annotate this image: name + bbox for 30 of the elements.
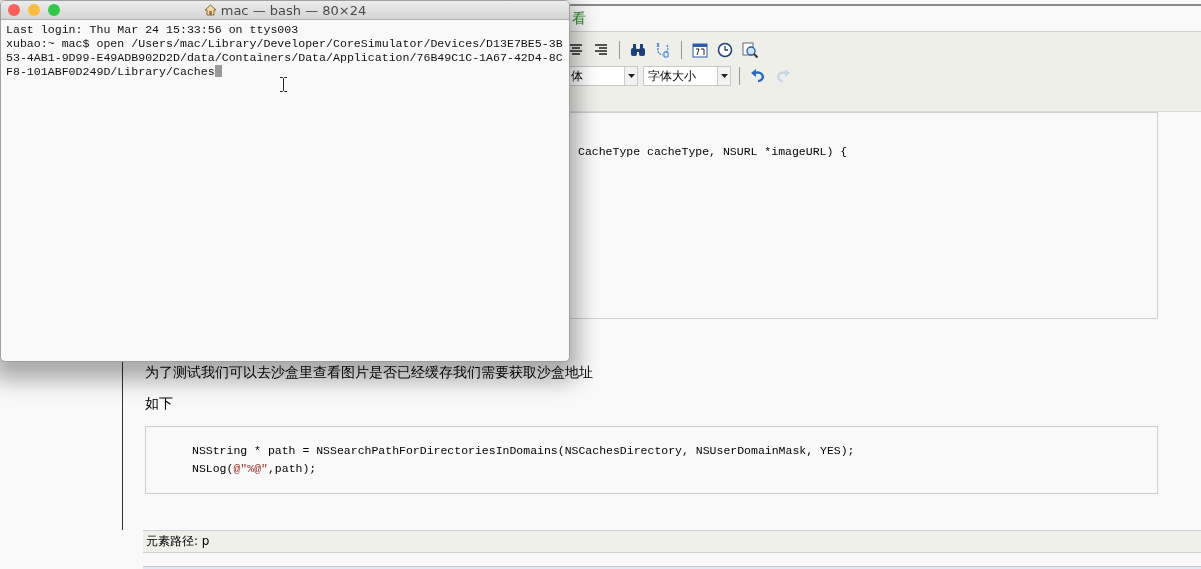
clock-icon bbox=[717, 42, 733, 58]
terminal-line: F8-101ABF0D249D/Library/Caches bbox=[6, 65, 215, 78]
paragraph: 如下 bbox=[145, 394, 174, 413]
tab-label[interactable]: 看 bbox=[572, 9, 586, 28]
replace-icon bbox=[655, 42, 671, 58]
caret-icon bbox=[720, 74, 728, 78]
redo-icon bbox=[775, 68, 791, 84]
code-line: NSLog(@"%@",path); bbox=[192, 461, 318, 477]
clock-button[interactable] bbox=[715, 40, 735, 60]
window-title: mac — bash — 80×24 bbox=[220, 2, 367, 18]
text-cursor-icon bbox=[280, 77, 287, 92]
caret-icon bbox=[627, 74, 635, 78]
cursor-block bbox=[214, 65, 222, 77]
terminal-line: Last login: Thu Mar 24 15:33:56 on ttys003 bbox=[6, 23, 299, 36]
align-center-icon bbox=[568, 42, 584, 58]
calendar-icon bbox=[692, 42, 708, 58]
terminal-line: xubao:~ mac$ open /Users/mac/Library/Developer/CoreSimulator/Devices/D13E7BE5-3B bbox=[6, 37, 563, 50]
align-right-icon bbox=[593, 42, 609, 58]
element-path: 元素路径: p bbox=[146, 533, 210, 550]
undo-icon bbox=[750, 68, 766, 84]
home-icon bbox=[203, 4, 217, 16]
paragraph: 为了测试我们可以去沙盒里查看图片是否已经缓存我们需要获取沙盒地址 bbox=[145, 363, 594, 382]
code-line: NSString * path = NSSearchPathForDirectoriesInDomains(NSCachesDirectory, NSUserDomainMask, YES); bbox=[192, 443, 856, 459]
calendar-button[interactable] bbox=[690, 40, 710, 60]
magnifier-button[interactable] bbox=[740, 40, 760, 60]
code-line: CacheType cacheType, NSURL *imageURL) { bbox=[578, 144, 849, 160]
binoculars-icon bbox=[630, 42, 646, 58]
dropdown-field[interactable]: 字体大小 bbox=[643, 66, 731, 86]
magnifier-icon bbox=[742, 42, 758, 58]
terminal-line: 53-4AB1-9D99-E49ADB902D2D/data/Containers/Data/Application/76B49C1C-1A67-42D4-8C bbox=[6, 51, 563, 64]
